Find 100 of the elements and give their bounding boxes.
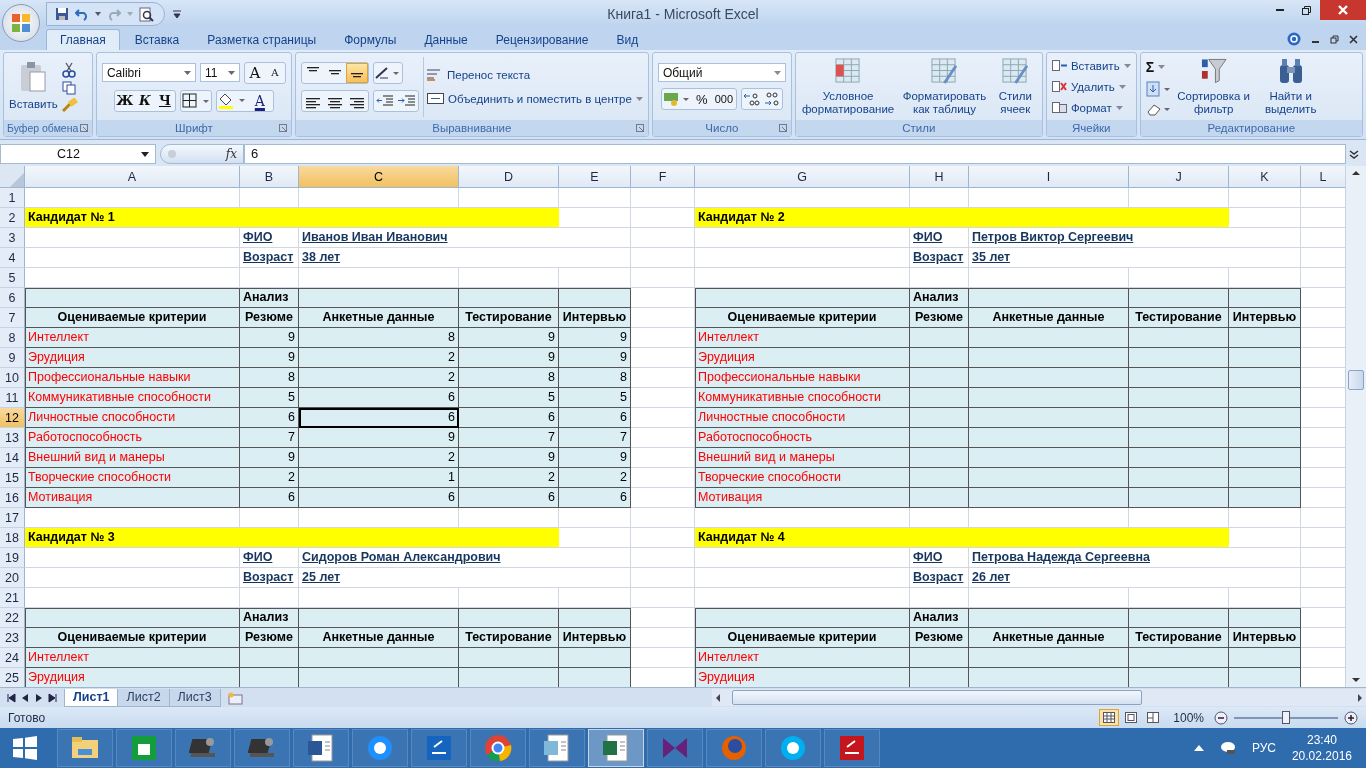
font-size-field[interactable]: 11: [199, 63, 240, 82]
taskbar-button[interactable]: [234, 729, 290, 767]
decrease-indent-icon[interactable]: [373, 92, 396, 109]
previous-sheet-icon[interactable]: [20, 692, 30, 703]
ribbon-tab[interactable]: Разметка страницы: [194, 29, 330, 50]
font-field[interactable]: Calibri: [101, 63, 196, 82]
row-header[interactable]: 15: [0, 468, 25, 488]
scissors-icon[interactable]: [61, 61, 76, 78]
dialog-launcher-icon[interactable]: [278, 124, 287, 132]
taskbar-button[interactable]: [588, 729, 644, 767]
row-header[interactable]: 3: [0, 228, 25, 248]
conditional-formatting-button[interactable]: Условное форматирование: [800, 57, 896, 116]
next-sheet-icon[interactable]: [34, 692, 44, 703]
fill-down-icon[interactable]: [1145, 80, 1172, 97]
network-icon[interactable]: [1219, 741, 1236, 755]
column-header[interactable]: F: [631, 166, 695, 188]
column-header[interactable]: C: [299, 166, 459, 188]
print-preview-icon[interactable]: [139, 6, 154, 22]
ribbon-tab[interactable]: Формулы: [331, 29, 410, 50]
fill-bucket-icon[interactable]: [216, 91, 247, 110]
sheet-tab[interactable]: Лист1: [64, 688, 119, 707]
ribbon-tab[interactable]: Данные: [411, 29, 481, 50]
column-header[interactable]: A: [25, 166, 240, 188]
row-header[interactable]: 17: [0, 508, 25, 528]
row-header[interactable]: 14: [0, 448, 25, 468]
formula-field[interactable]: 6: [244, 144, 1346, 164]
cell-styles-button[interactable]: Стили ячеек: [993, 57, 1037, 116]
row-header[interactable]: 23: [0, 628, 25, 648]
dialog-launcher-icon[interactable]: [778, 124, 787, 132]
last-sheet-icon[interactable]: [48, 692, 58, 703]
taskbar-button[interactable]: [293, 729, 349, 767]
italic-button[interactable]: К: [134, 90, 155, 111]
row-header[interactable]: 5: [0, 268, 25, 288]
column-header[interactable]: L: [1301, 166, 1345, 188]
row-header[interactable]: 16: [0, 488, 25, 508]
number-format-field[interactable]: Общий: [657, 63, 786, 82]
copy-icon[interactable]: [61, 80, 76, 95]
column-header[interactable]: J: [1129, 166, 1229, 188]
insert-cells-button[interactable]: Вставить: [1051, 55, 1131, 76]
delete-cells-button[interactable]: Удалить: [1051, 76, 1126, 97]
column-header[interactable]: I: [969, 166, 1129, 188]
paste-button[interactable]: Вставить: [9, 62, 58, 111]
underline-button[interactable]: Ч: [154, 90, 175, 111]
taskbar-button[interactable]: [116, 729, 172, 767]
grow-font-button[interactable]: A: [244, 62, 265, 83]
first-sheet-icon[interactable]: [6, 692, 16, 703]
column-header[interactable]: K: [1229, 166, 1301, 188]
taskbar-button[interactable]: [57, 729, 113, 767]
column-header[interactable]: B: [240, 166, 299, 188]
percent-button[interactable]: %: [691, 89, 712, 109]
clock-date[interactable]: 20.02.2016: [1291, 748, 1352, 764]
ribbon-tab[interactable]: Вставка: [121, 29, 193, 50]
close-button[interactable]: [1320, 0, 1366, 20]
bold-button[interactable]: Ж: [114, 90, 135, 111]
clock-time[interactable]: 23:40: [1306, 732, 1337, 748]
taskbar-button[interactable]: [529, 729, 585, 767]
column-header[interactable]: G: [695, 166, 910, 188]
restore-icon[interactable]: [1330, 34, 1339, 44]
caret-icon[interactable]: [95, 12, 101, 16]
scrollbar-thumb[interactable]: [1348, 370, 1364, 390]
font-color-button[interactable]: A: [246, 90, 273, 111]
find-select-button[interactable]: Найти и выделить: [1255, 57, 1326, 116]
row-header[interactable]: 11: [0, 388, 25, 408]
undo-icon[interactable]: [75, 7, 89, 21]
merge-center-button[interactable]: Объединить и поместить в центре: [427, 88, 643, 109]
row-header[interactable]: 24: [0, 648, 25, 668]
office-button[interactable]: [2, 4, 40, 42]
row-header[interactable]: 19: [0, 548, 25, 568]
close-icon[interactable]: [1349, 34, 1358, 44]
row-header[interactable]: 21: [0, 588, 25, 608]
sum-button[interactable]: Σ: [1145, 56, 1172, 77]
ribbon-tab[interactable]: Вид: [603, 29, 652, 50]
windows-logo-icon[interactable]: [12, 735, 38, 761]
increase-decimal-icon[interactable]: [742, 91, 763, 107]
row-header[interactable]: 13: [0, 428, 25, 448]
ribbon-tab[interactable]: Рецензирование: [482, 29, 602, 50]
increase-indent-icon[interactable]: [395, 92, 418, 109]
row-header[interactable]: 10: [0, 368, 25, 388]
row-header[interactable]: 6: [0, 288, 25, 308]
customize-caret-icon[interactable]: [173, 10, 181, 18]
thousands-button[interactable]: 000: [711, 89, 737, 109]
row-header[interactable]: 2: [0, 208, 25, 228]
taskbar-button[interactable]: [411, 729, 467, 767]
ribbon-tab[interactable]: Главная: [46, 29, 120, 50]
row-header[interactable]: 25: [0, 668, 25, 687]
row-header[interactable]: 7: [0, 308, 25, 328]
format-as-table-button[interactable]: Форматировать как таблицу: [899, 57, 990, 116]
row-header[interactable]: 22: [0, 608, 25, 628]
sort-filter-button[interactable]: Сортировка и фильтр: [1175, 57, 1252, 116]
row-header[interactable]: 12: [0, 408, 25, 428]
save-icon[interactable]: [55, 7, 69, 21]
zoom-slider-thumb[interactable]: [1282, 710, 1290, 724]
row-header[interactable]: 20: [0, 568, 25, 588]
dialog-launcher-icon[interactable]: [635, 124, 644, 132]
zoom-out-icon[interactable]: [1214, 710, 1228, 725]
insert-function-button[interactable]: fx: [225, 147, 237, 161]
format-cells-button[interactable]: Формат: [1051, 97, 1123, 118]
row-header[interactable]: 4: [0, 248, 25, 268]
taskbar-button[interactable]: [352, 729, 408, 767]
sheet-tab[interactable]: Лист3: [168, 688, 221, 707]
